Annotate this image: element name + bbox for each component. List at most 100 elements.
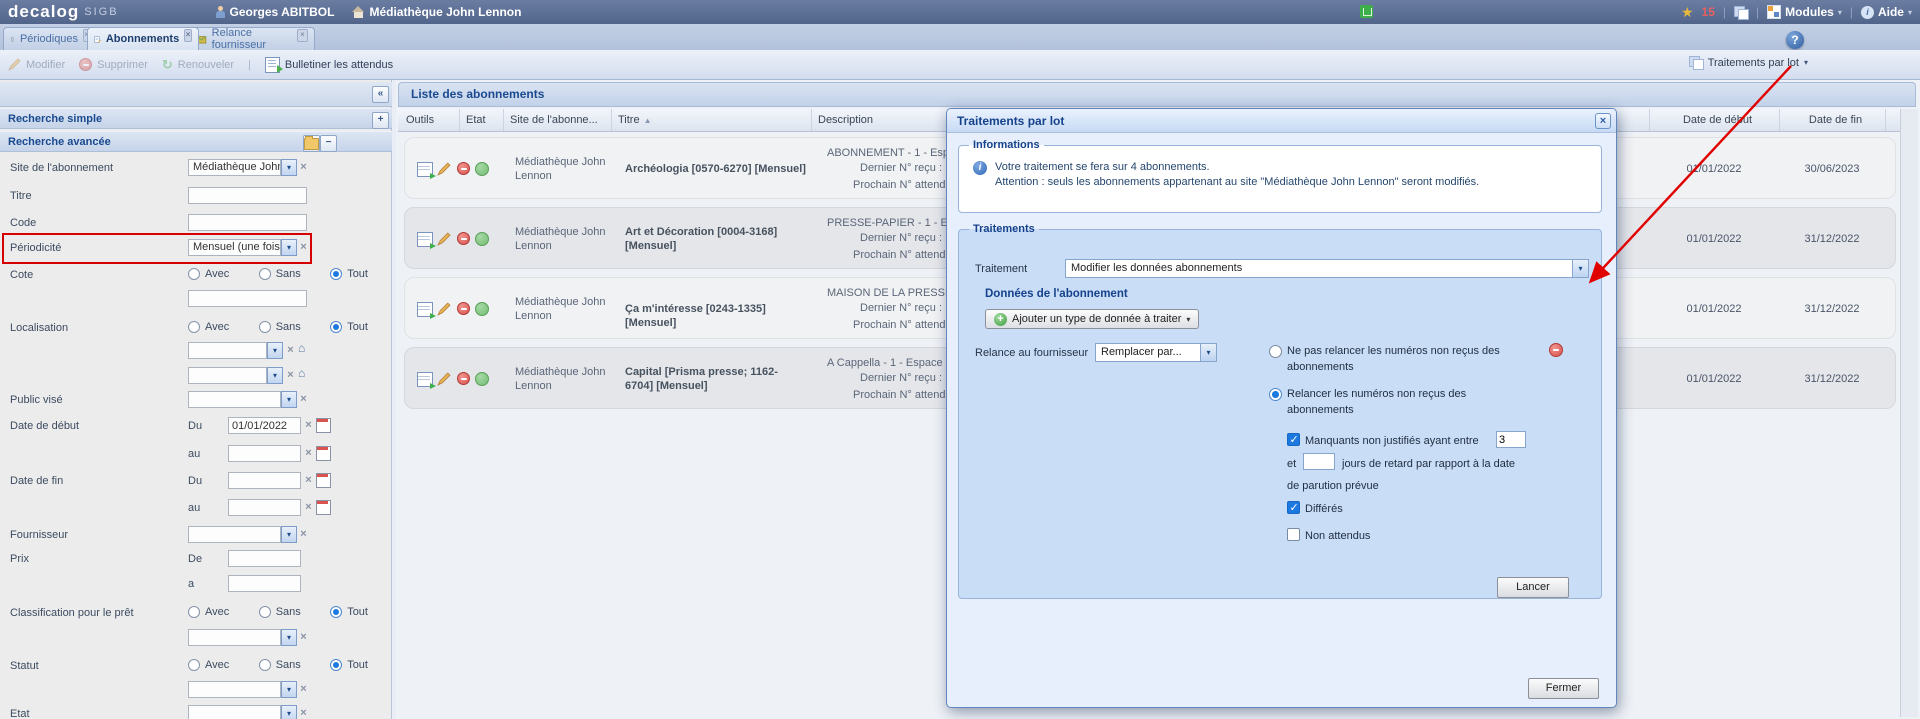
radio-tout[interactable]: Tout <box>330 659 368 671</box>
chevron-down-icon[interactable] <box>281 681 297 698</box>
checkbox-manquants[interactable] <box>1287 433 1300 446</box>
vertical-scrollbar[interactable] <box>1900 109 1918 717</box>
radio-sans[interactable]: Sans <box>259 321 301 333</box>
pencil-icon[interactable] <box>437 302 451 316</box>
chevron-down-icon[interactable] <box>281 159 297 176</box>
modifier-button[interactable]: Modifier <box>8 58 65 71</box>
pencil-icon[interactable] <box>437 162 451 176</box>
delete-row-icon[interactable] <box>457 232 470 245</box>
col-site[interactable]: Site de l'abonne... <box>504 109 612 131</box>
pencil-icon[interactable] <box>437 372 451 386</box>
periodicite-select[interactable]: Mensuel (une fois par mois) <box>188 239 281 256</box>
bulletin-row-icon[interactable] <box>417 232 433 247</box>
radio-tout[interactable]: Tout <box>330 268 368 280</box>
radio-tout[interactable]: Tout <box>330 321 368 333</box>
recherche-simple-header[interactable]: Recherche simple + <box>0 108 392 129</box>
prix-a-input[interactable] <box>228 575 301 592</box>
radio-sans[interactable]: Sans <box>259 659 301 671</box>
localisation-select-2[interactable] <box>188 367 267 384</box>
radio-tout[interactable]: Tout <box>330 606 368 618</box>
radio-avec[interactable]: Avec <box>188 268 229 280</box>
clear-icon[interactable] <box>284 343 297 358</box>
classification-select[interactable] <box>188 629 281 646</box>
expand-icon[interactable]: + <box>372 112 389 129</box>
modules-menu[interactable]: Modules <box>1767 5 1842 19</box>
radio-sans[interactable]: Sans <box>259 268 301 280</box>
date-debut-du-input[interactable] <box>228 417 301 434</box>
radio-relancer[interactable] <box>1269 388 1282 401</box>
clear-icon[interactable] <box>297 240 310 255</box>
clear-icon[interactable] <box>302 473 315 488</box>
chevron-down-icon[interactable] <box>281 526 297 543</box>
checkbox-differes[interactable] <box>1287 501 1300 514</box>
date-fin-au-input[interactable] <box>228 499 301 516</box>
calendar-icon[interactable] <box>316 500 331 515</box>
clear-icon[interactable] <box>284 368 297 383</box>
close-icon[interactable] <box>297 29 308 42</box>
clear-icon[interactable] <box>297 392 310 407</box>
clear-icon[interactable] <box>297 682 310 697</box>
bulletin-row-icon[interactable] <box>417 162 433 177</box>
close-icon[interactable] <box>184 29 192 42</box>
manquants-min-input[interactable] <box>1496 431 1526 448</box>
delete-row-icon[interactable] <box>457 162 470 175</box>
code-input[interactable] <box>188 214 307 231</box>
col-etat[interactable]: Etat <box>460 109 504 131</box>
checkbox-non-attendus[interactable] <box>1287 528 1300 541</box>
fermer-button[interactable]: Fermer <box>1528 678 1599 699</box>
col-titre[interactable]: Titre <box>612 109 812 131</box>
bulletiner-button[interactable]: Bulletiner les attendus <box>265 57 393 73</box>
chevron-down-icon[interactable] <box>281 629 297 646</box>
clear-icon[interactable] <box>302 500 315 515</box>
traitement-select[interactable]: Modifier les données abonnements <box>1065 259 1589 278</box>
clear-icon[interactable] <box>302 446 315 461</box>
clear-icon[interactable] <box>302 418 315 433</box>
titre-input[interactable] <box>188 187 307 204</box>
chevron-down-icon[interactable] <box>1200 343 1217 362</box>
site-select[interactable]: Médiathèque John Lennon <box>188 159 281 176</box>
home-icon[interactable] <box>298 342 305 355</box>
date-debut-au-input[interactable] <box>228 445 301 462</box>
clear-icon[interactable] <box>297 527 310 542</box>
home-icon[interactable] <box>298 367 305 380</box>
col-outils[interactable]: Outils <box>400 109 460 131</box>
remove-treatment-icon[interactable] <box>1549 343 1563 357</box>
aide-menu[interactable]: Aide <box>1861 5 1912 19</box>
col-date-fin[interactable]: Date de fin <box>1780 109 1886 131</box>
cote-input[interactable] <box>188 290 307 307</box>
tab-relance-fournisseur[interactable]: Relance fournisseur <box>189 27 315 50</box>
calendar-icon[interactable] <box>316 473 331 488</box>
col-date-debut[interactable]: Date de début <box>1650 109 1780 131</box>
fournisseur-select[interactable] <box>188 526 281 543</box>
relance-select[interactable]: Remplacer par... <box>1095 343 1217 362</box>
renouveler-button[interactable]: Renouveler <box>162 58 234 71</box>
supprimer-button[interactable]: Supprimer <box>79 58 148 71</box>
pencil-icon[interactable] <box>437 232 451 246</box>
etat-select[interactable] <box>188 705 281 719</box>
chevron-down-icon[interactable] <box>267 367 283 384</box>
prix-de-input[interactable] <box>228 550 301 567</box>
tab-abonnements[interactable]: Abonnements <box>87 27 199 50</box>
radio-ne-pas-relancer[interactable] <box>1269 345 1282 358</box>
public-vise-select[interactable] <box>188 391 281 408</box>
localisation-select-1[interactable] <box>188 342 267 359</box>
calendar-icon[interactable] <box>316 418 331 433</box>
chevron-down-icon[interactable] <box>281 239 297 256</box>
radio-avec[interactable]: Avec <box>188 659 229 671</box>
traitements-par-lot-button[interactable]: Traitements par lot <box>1689 56 1808 69</box>
radio-sans[interactable]: Sans <box>259 606 301 618</box>
ajouter-type-donnee-button[interactable]: Ajouter un type de donnée à traiter <box>985 309 1199 329</box>
clear-icon[interactable] <box>297 160 310 175</box>
lancer-button[interactable]: Lancer <box>1497 577 1569 598</box>
save-state-icon[interactable] <box>1360 5 1373 21</box>
bulletin-row-icon[interactable] <box>417 302 433 317</box>
recherche-avancee-header[interactable]: Recherche avancée − <box>0 131 392 152</box>
calendar-icon[interactable] <box>316 446 331 461</box>
favorites-icon[interactable] <box>1681 6 1694 19</box>
delete-row-icon[interactable] <box>457 302 470 315</box>
delete-row-icon[interactable] <box>457 372 470 385</box>
statut-select[interactable] <box>188 681 281 698</box>
date-fin-du-input[interactable] <box>228 472 301 489</box>
manquants-max-input[interactable] <box>1303 453 1335 470</box>
radio-avec[interactable]: Avec <box>188 606 229 618</box>
